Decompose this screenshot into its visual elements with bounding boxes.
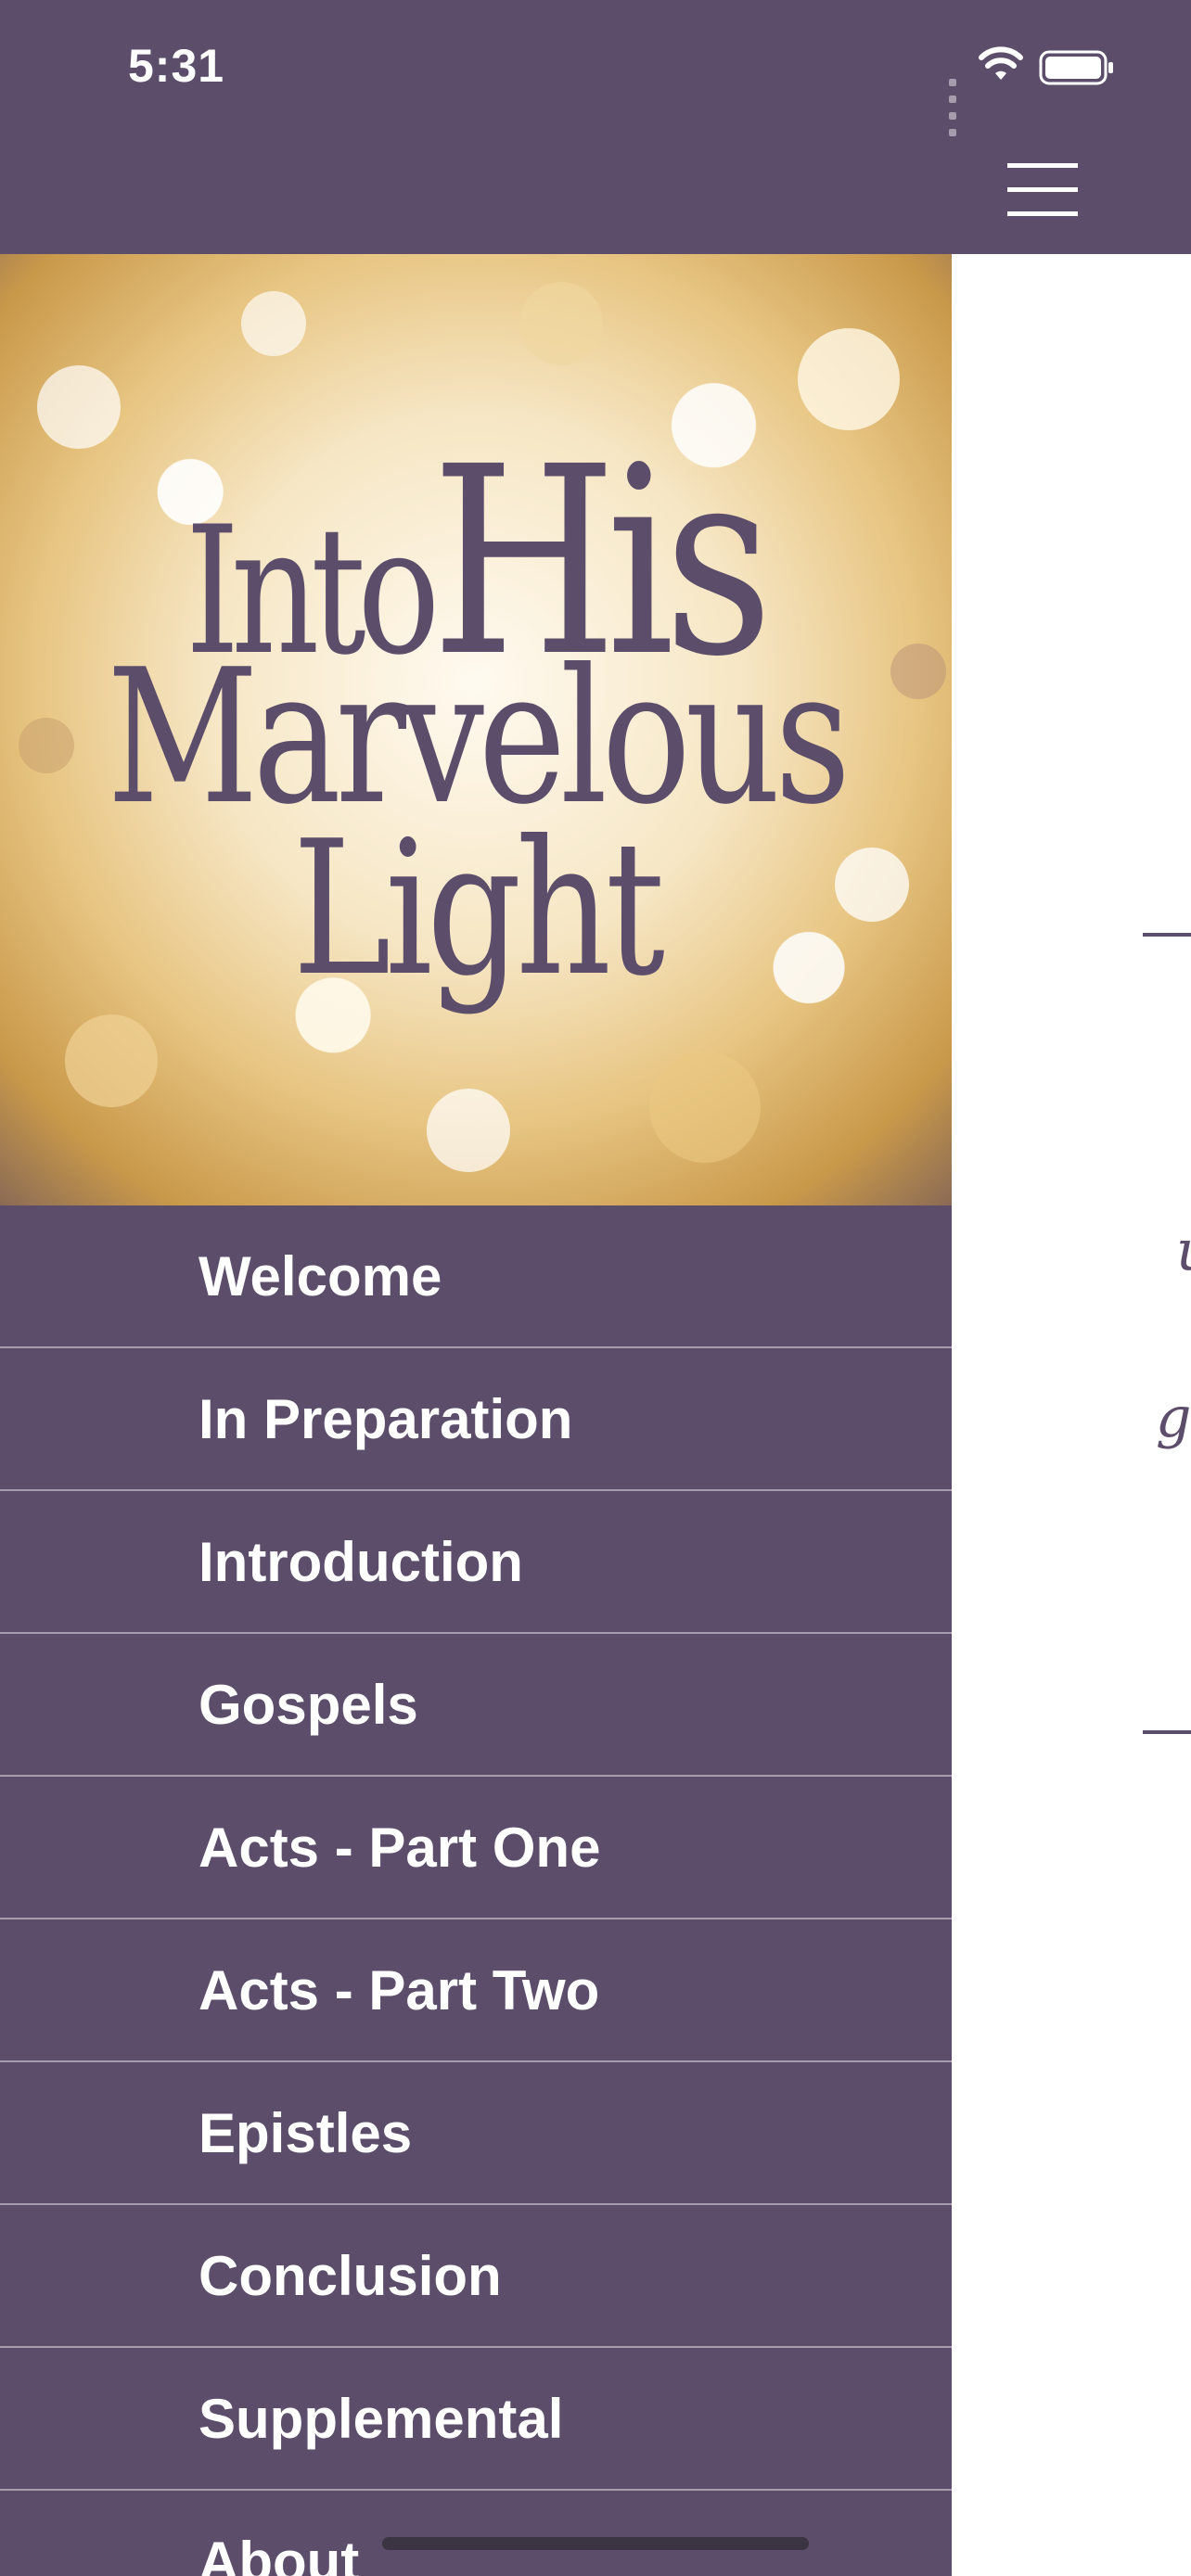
navigation-drawer: IntoHis Marvelous Light Welcome In Prepa… (0, 254, 952, 2576)
nav-item-label: Epistles (198, 2101, 413, 2164)
nav-item-acts-part-two[interactable]: Acts - Part Two (0, 1919, 952, 2062)
nav-item-conclusion[interactable]: Conclusion (0, 2205, 952, 2348)
battery-icon (1039, 50, 1113, 85)
content-divider-top (1143, 933, 1191, 937)
nav-item-label: In Preparation (198, 1387, 573, 1450)
nav-item-epistles[interactable]: Epistles (0, 2062, 952, 2205)
nav-item-label: About (198, 2530, 360, 2576)
nav-item-introduction[interactable]: Introduction (0, 1491, 952, 1634)
nav-item-label: Acts - Part Two (198, 1958, 600, 2021)
logo-word-light: Light (292, 801, 665, 1017)
nav-item-label: Acts - Part One (198, 1816, 601, 1879)
home-indicator[interactable] (382, 2537, 809, 2550)
nav-item-in-preparation[interactable]: In Preparation (0, 1348, 952, 1491)
nav-item-label: Gospels (198, 1673, 418, 1736)
nav-item-welcome[interactable]: Welcome (0, 1205, 952, 1348)
status-time: 5:31 (128, 40, 225, 92)
signal-bars-icon (949, 74, 959, 141)
content-divider-bottom (1143, 1730, 1191, 1734)
nav-item-label: Welcome (198, 1244, 442, 1307)
app-logo: IntoHis Marvelous Light (0, 254, 952, 1205)
content-text-fragment: u (1176, 1218, 1191, 1283)
nav-item-supplemental[interactable]: Supplemental (0, 2348, 952, 2491)
wifi-icon (979, 46, 1023, 80)
nav-item-gospels[interactable]: Gospels (0, 1634, 952, 1777)
nav-item-label: Introduction (198, 1530, 523, 1593)
hero-image: IntoHis Marvelous Light (0, 254, 952, 1205)
nav-item-acts-part-one[interactable]: Acts - Part One (0, 1777, 952, 1919)
top-app-bar: 5:31 (0, 0, 1191, 254)
nav-item-label: Conclusion (198, 2244, 502, 2307)
content-text-fragment: g (1156, 1385, 1191, 1450)
nav-menu: Welcome In Preparation Introduction Gosp… (0, 1205, 952, 2576)
hamburger-menu-icon[interactable] (1002, 159, 1083, 221)
nav-item-label: Supplemental (198, 2387, 564, 2450)
nav-item-about[interactable]: About (0, 2491, 952, 2576)
